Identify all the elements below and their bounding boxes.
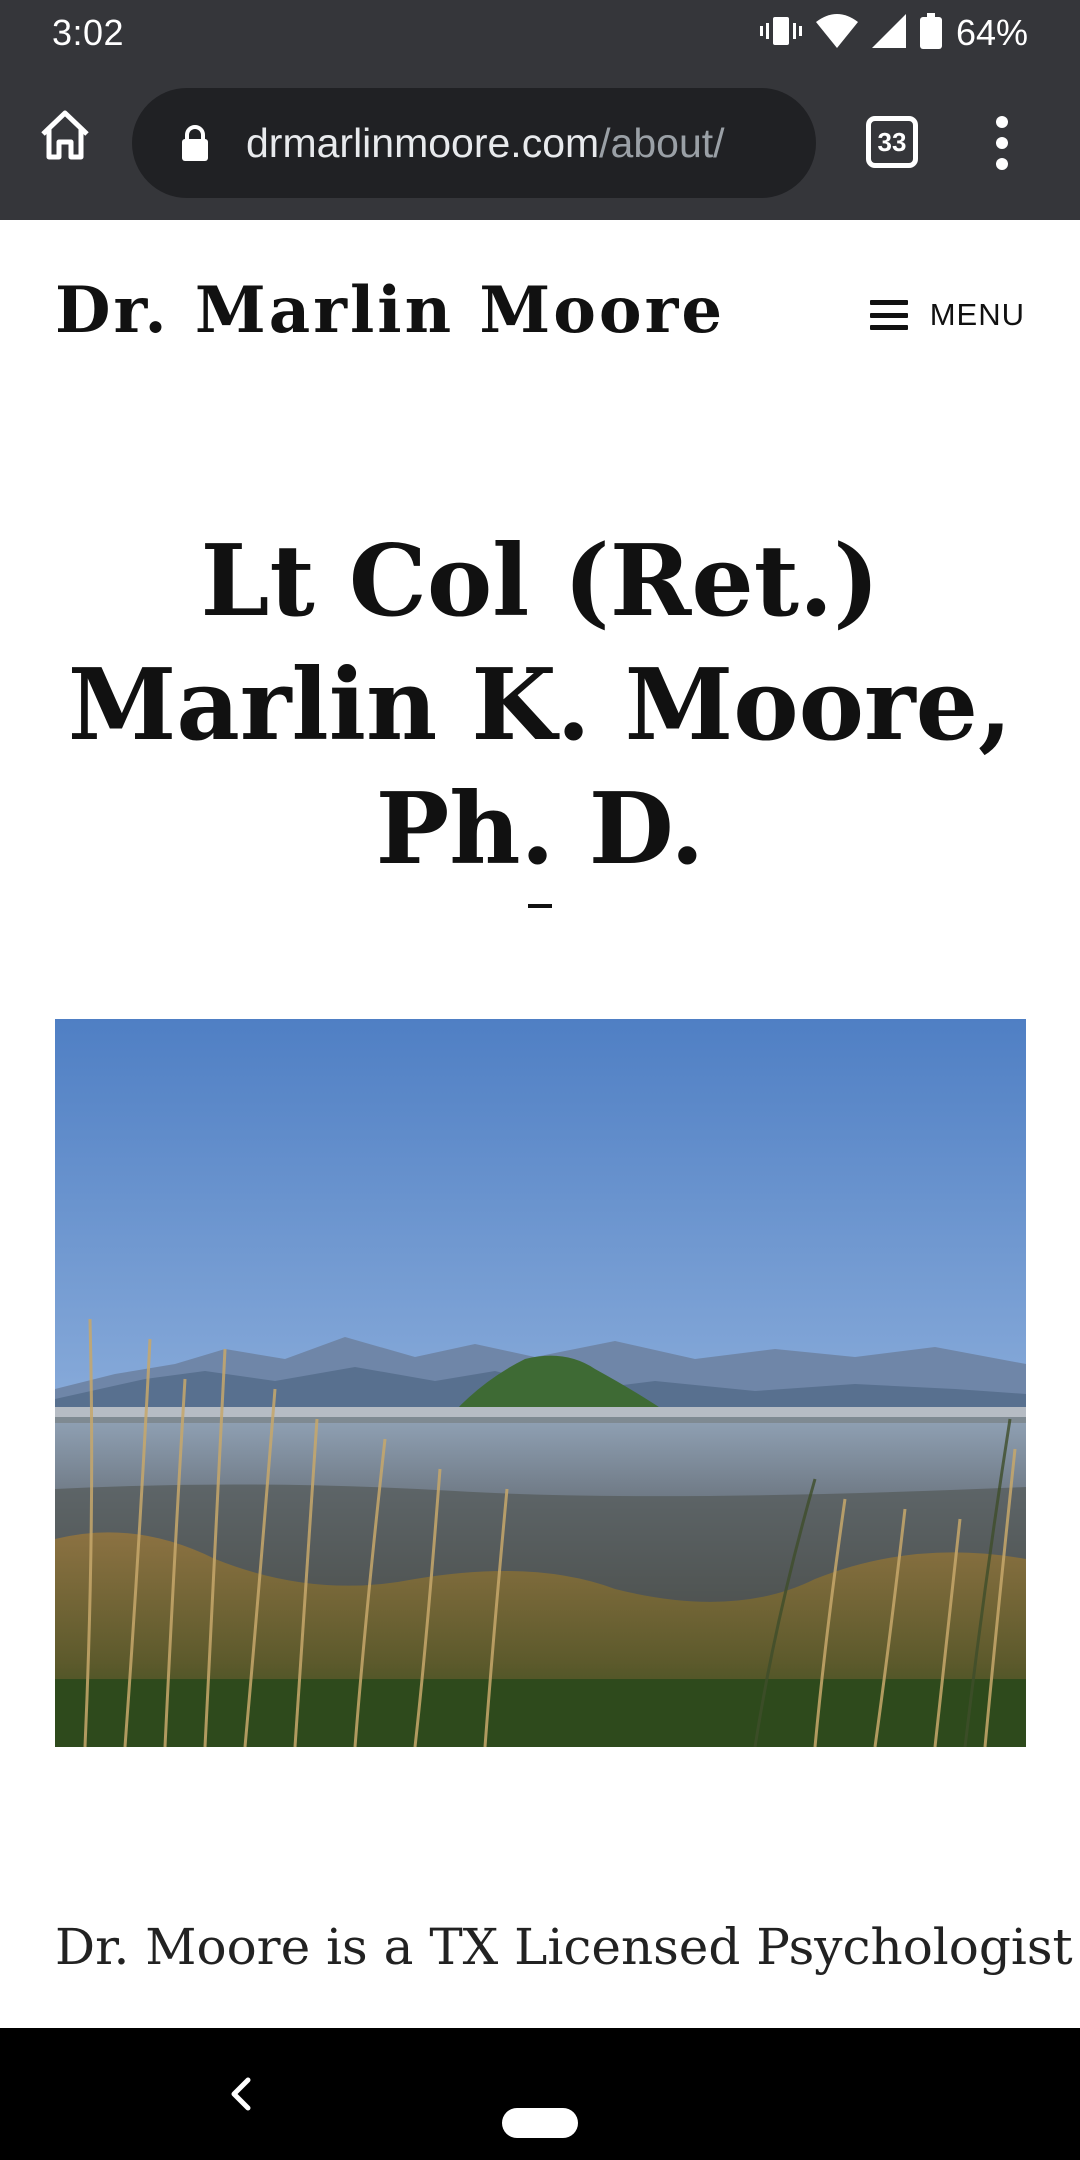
home-pill[interactable] xyxy=(502,2108,578,2138)
title-divider xyxy=(528,904,552,908)
tab-count: 33 xyxy=(877,126,907,157)
url-domain: drmarlinmoore.com xyxy=(246,119,600,166)
more-vert-icon[interactable] xyxy=(980,110,1024,176)
intro-text: Dr. Moore is a TX Licensed Psychologist xyxy=(55,1918,1073,1976)
page-title: Lt Col (Ret.) Marlin K. Moore, Ph. D. xyxy=(67,524,1013,887)
status-icons: 64% xyxy=(759,12,1028,54)
wifi-icon xyxy=(815,13,858,53)
battery-percent: 64% xyxy=(955,12,1028,53)
lock-icon xyxy=(180,123,212,163)
hamburger-icon xyxy=(869,300,908,330)
url-text: drmarlinmoore.com/about/ xyxy=(246,120,725,167)
url-bar[interactable]: drmarlinmoore.com/about/ xyxy=(132,88,816,198)
system-nav-bar xyxy=(0,2028,1080,2160)
menu-label: MENU xyxy=(929,297,1025,332)
hero-image xyxy=(55,1019,1026,1747)
status-bar: 3:02 64% xyxy=(0,0,1080,66)
site-title[interactable]: Dr. Marlin Moore xyxy=(55,273,725,348)
status-time: 3:02 xyxy=(52,12,125,53)
tab-switcher-button[interactable]: 33 xyxy=(866,116,918,168)
vibrate-icon xyxy=(759,13,802,54)
site-header: Dr. Marlin Moore MENU xyxy=(0,220,1080,400)
back-icon[interactable] xyxy=(220,2066,260,2122)
signal-icon xyxy=(871,13,906,53)
battery-icon xyxy=(919,12,942,54)
browser-toolbar: drmarlinmoore.com/about/ 33 xyxy=(0,66,1080,220)
url-path: /about/ xyxy=(599,119,725,166)
menu-button[interactable]: MENU xyxy=(869,297,1025,333)
home-icon[interactable] xyxy=(30,100,100,170)
